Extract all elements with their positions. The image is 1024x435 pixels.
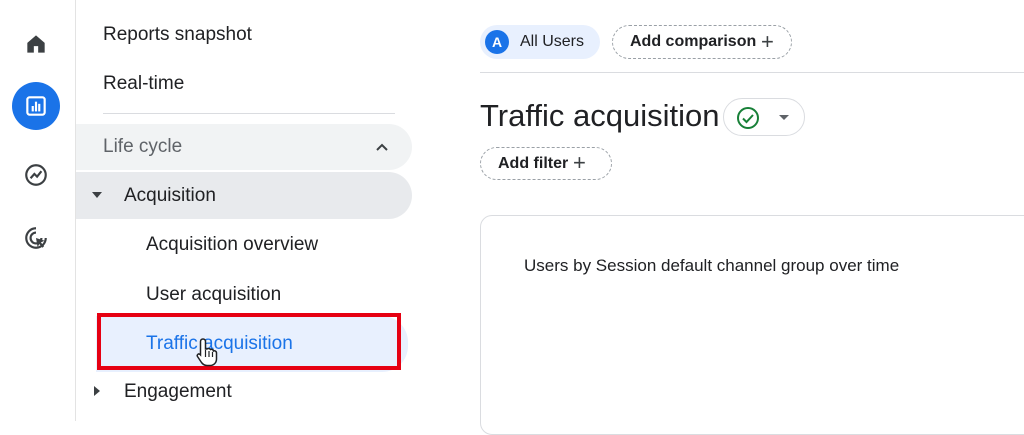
add-filter-button[interactable]: Add filter + [480, 147, 612, 180]
nav-user-acquisition[interactable]: User acquisition [146, 284, 281, 306]
explore-icon [25, 164, 47, 186]
avatar: A [485, 30, 509, 54]
nav-traffic-acquisition[interactable]: Traffic acquisition [96, 316, 408, 372]
engagement-label: Engagement [124, 381, 232, 402]
report-main: A All Users Add comparison + Traffic acq… [414, 0, 1024, 435]
nav-divider [103, 113, 395, 114]
icon-rail [0, 0, 76, 421]
chart-card: Users by Session default channel group o… [480, 215, 1024, 435]
reports-button[interactable] [12, 82, 60, 130]
explore-button[interactable] [12, 151, 60, 199]
acquisition-label: Acquisition [124, 185, 216, 206]
nav-acquisition[interactable]: Acquisition [76, 172, 412, 219]
add-comparison-button[interactable]: Add comparison + [612, 25, 792, 59]
add-comparison-label: Add comparison [630, 33, 757, 50]
expand-triangle-icon [92, 192, 102, 198]
plus-icon: + [761, 29, 774, 54]
nav-reports-snapshot[interactable]: Reports snapshot [103, 24, 252, 46]
all-users-label: All Users [520, 33, 585, 50]
reports-icon [26, 96, 46, 116]
advertising-button[interactable] [12, 214, 60, 262]
collapsed-triangle-icon [94, 386, 100, 396]
dropdown-caret-icon [779, 115, 789, 120]
home-icon [27, 35, 45, 53]
nav-realtime[interactable]: Real-time [103, 73, 184, 95]
header-divider [480, 72, 1024, 73]
lifecycle-label: Life cycle [103, 136, 183, 157]
check-circle-icon [737, 107, 759, 129]
plus-icon: + [573, 150, 586, 175]
report-navigation: Reports snapshot Real-time Life cycle Ac… [76, 0, 414, 421]
chevron-up-icon [376, 143, 388, 151]
nav-acquisition-overview[interactable]: Acquisition overview [146, 234, 318, 256]
add-filter-label: Add filter [498, 155, 569, 172]
data-quality-status-button[interactable] [723, 98, 805, 136]
lifecycle-section-header[interactable]: Life cycle [76, 124, 412, 170]
advertising-icon [25, 227, 47, 249]
home-button[interactable] [12, 20, 60, 68]
page-title: Traffic acquisition [480, 98, 720, 133]
hand-cursor-icon [196, 338, 218, 367]
chart-card-title: Users by Session default channel group o… [524, 256, 900, 275]
comparison-chip-all-users[interactable]: A All Users [480, 25, 600, 59]
